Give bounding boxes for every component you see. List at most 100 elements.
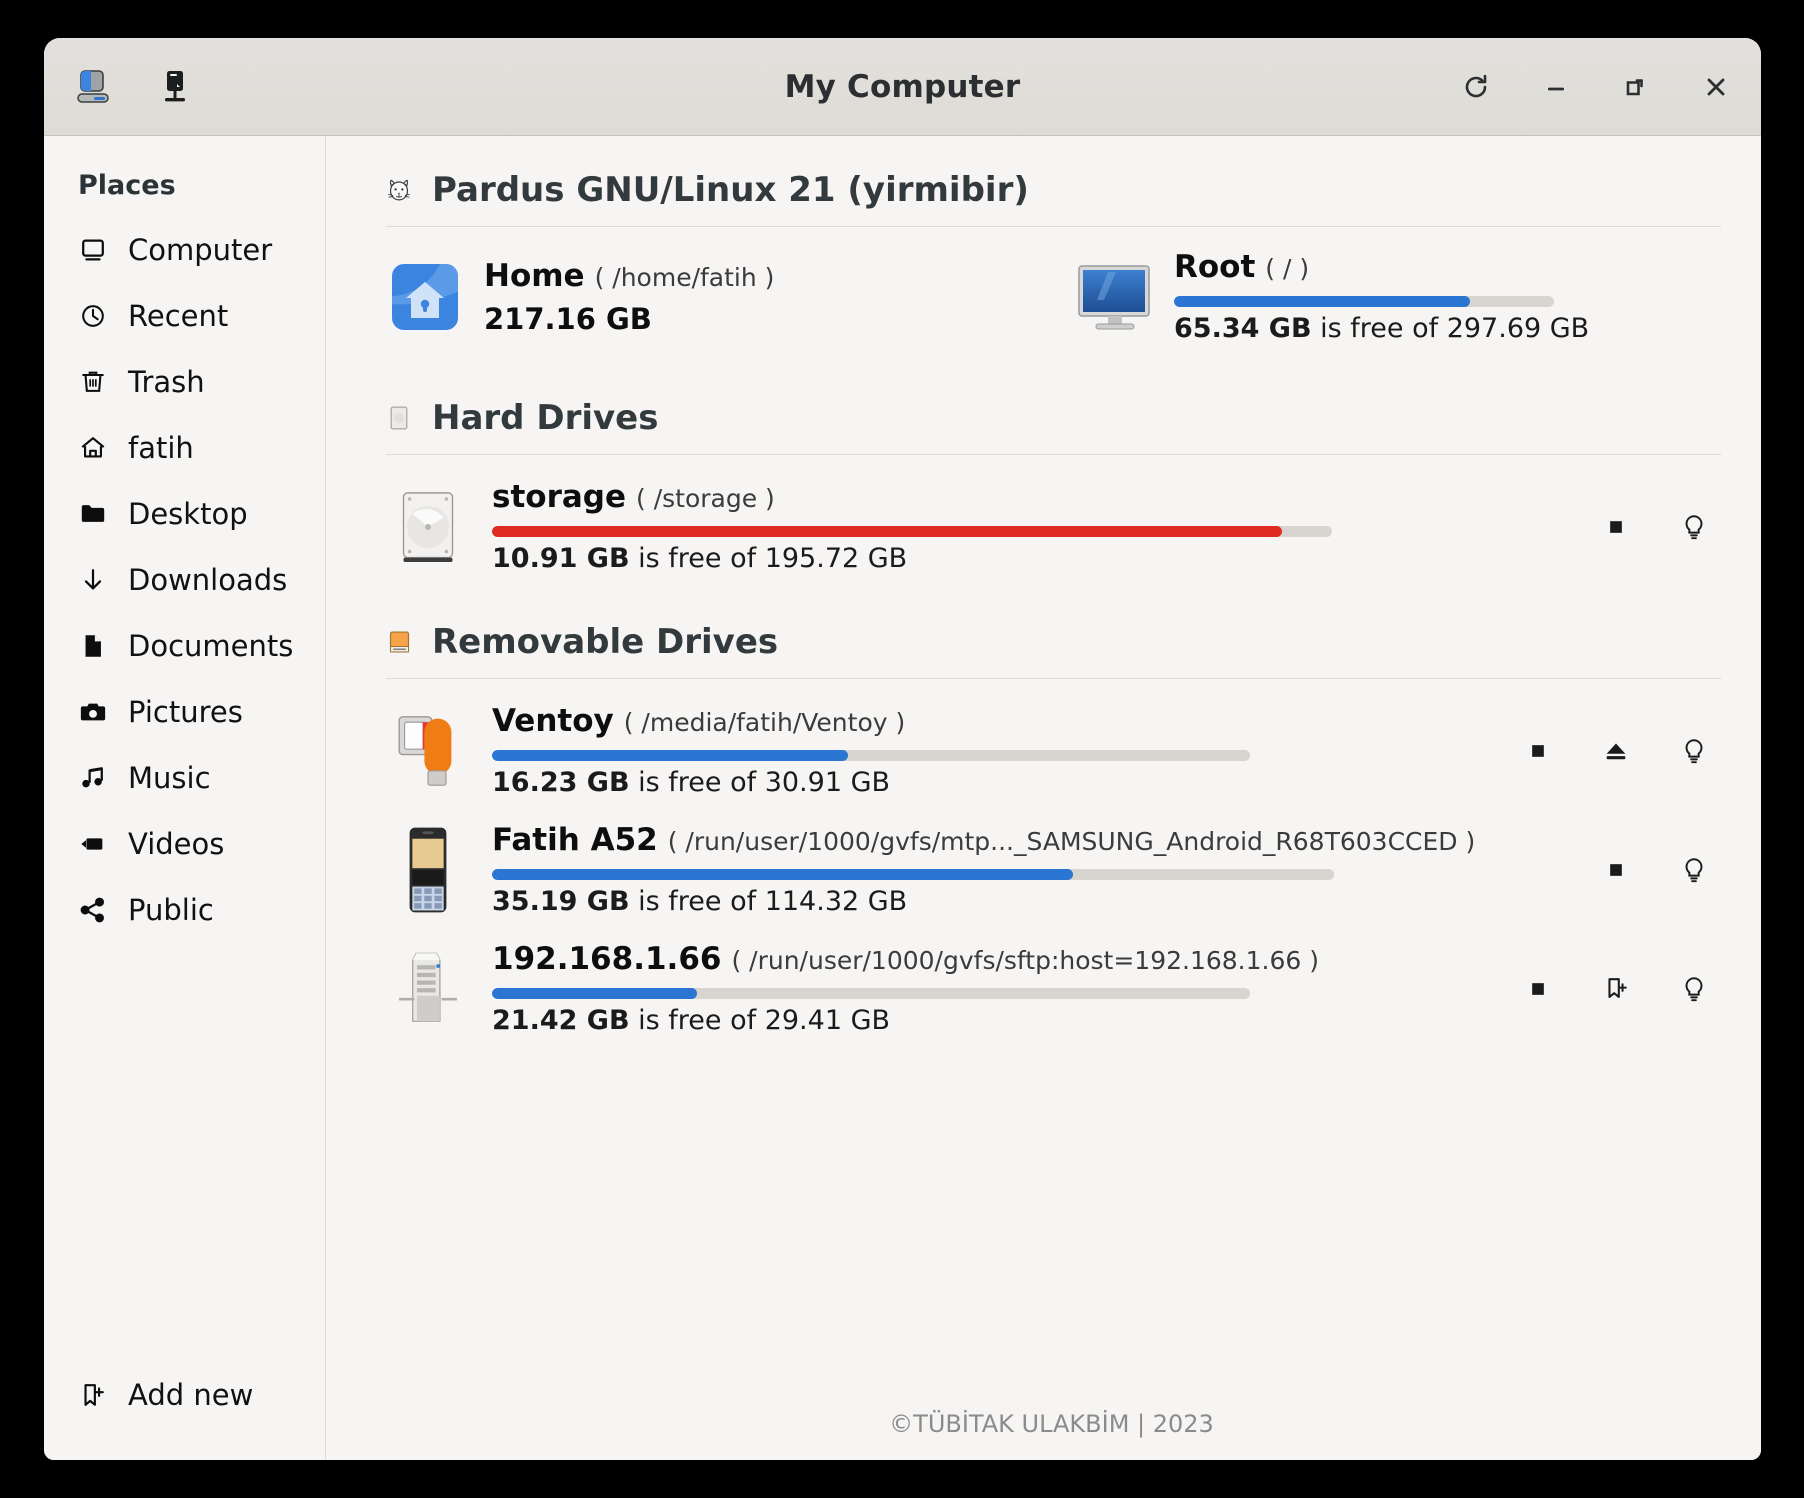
ventoy-usage-fill [492,750,849,761]
sidebar-item-videos[interactable]: Videos [44,811,325,877]
sidebar-item-documents[interactable]: Documents [44,613,325,679]
sidebar-item-recent[interactable]: Recent [44,283,325,349]
mobile-phone-icon [382,824,474,916]
drive-row-ventoy[interactable]: Ventoy ( /media/fatih/Ventoy ) 16.23 GB … [382,703,1721,798]
monitor-icon [78,235,108,265]
sidebar-item-pictures[interactable]: Pictures [44,679,325,745]
add-bookmark-icon [78,1380,108,1410]
footer-credit: ©TÜBİTAK ULAKBİM | 2023 [889,1410,1214,1438]
root-free-text: 65.34 GB is free of 297.69 GB [1174,313,1589,344]
storage-actions [1597,508,1721,546]
refresh-button[interactable] [1457,68,1495,106]
fatih-a52-usage-fill [492,869,1073,880]
download-arrow-icon [78,565,108,595]
root-drive-path: ( / ) [1265,254,1310,283]
window-body: Places Computer Recent Trash fatih Deskt… [44,136,1761,1460]
music-note-icon [78,763,108,793]
ventoy-free-suffix: is free of 30.91 GB [629,767,891,798]
sidebar-item-downloads[interactable]: Downloads [44,547,325,613]
ventoy-free-text: 16.23 GB is free of 30.91 GB [492,767,1501,798]
video-camera-icon [78,829,108,859]
root-free-amount: 65.34 GB [1174,313,1312,344]
desktop-background: My Computer Places Computer Recent Trash… [0,0,1804,1498]
storage-usage-bar [492,526,1332,537]
storage-drive-name: storage [492,479,626,515]
window-titlebar[interactable]: My Computer [44,38,1761,136]
pc-tower-icon[interactable] [154,66,196,108]
sidebar-item-fatih[interactable]: fatih [44,415,325,481]
fatih-a52-drive-body: Fatih A52 ( /run/user/1000/gvfs/mtp..._S… [492,822,1579,917]
fatih-a52-drive-name: Fatih A52 [492,822,658,858]
removable-drives-divider [386,678,1721,679]
maximize-button[interactable] [1617,68,1655,106]
sidebar-item-music[interactable]: Music [44,745,325,811]
ventoy-drive-name: Ventoy [492,703,614,739]
root-usage-bar [1174,296,1554,307]
titlebar-icon-group [74,66,196,108]
sidebar-item-label: Computer [128,233,273,267]
drive-row-fatih-a52[interactable]: Fatih A52 ( /run/user/1000/gvfs/mtp..._S… [382,822,1721,917]
add-new-button[interactable]: Add new [44,1364,325,1426]
add-bookmark-icon[interactable] [1597,970,1635,1008]
sidebar-item-computer[interactable]: Computer [44,217,325,283]
minimize-button[interactable] [1537,68,1575,106]
drive-row-storage[interactable]: storage ( /storage ) 10.91 GB is free of… [382,479,1721,574]
sidebar-item-trash[interactable]: Trash [44,349,325,415]
sidebar-item-label: Documents [128,629,294,663]
places-heading: Places [78,170,176,201]
sidebar-item-label: Trash [128,365,205,399]
sidebar-item-label: Recent [128,299,229,333]
document-icon [78,631,108,661]
stop-square-icon[interactable] [1597,508,1635,546]
lightbulb-icon[interactable] [1675,970,1713,1008]
lightbulb-icon[interactable] [1675,851,1713,889]
stop-square-icon[interactable] [1519,732,1557,770]
storage-drive-body: storage ( /storage ) 10.91 GB is free of… [492,479,1579,574]
ventoy-actions [1519,732,1721,770]
sidebar-item-desktop[interactable]: Desktop [44,481,325,547]
sidebar-item-label: fatih [128,431,194,465]
eject-icon[interactable] [1597,732,1635,770]
add-new-label: Add new [128,1378,254,1412]
ventoy-free-amount: 16.23 GB [492,767,630,798]
sidebar-item-label: Videos [128,827,225,861]
usb-flash-drive-icon [382,706,474,796]
pardus-leopard-icon [382,173,416,207]
sidebar-item-public[interactable]: Public [44,877,325,943]
network-host-free-text: 21.42 GB is free of 29.41 GB [492,1005,1501,1036]
my-computer-window: My Computer Places Computer Recent Trash… [44,38,1761,1460]
network-host-usage-bar [492,988,1250,999]
sidebar-item-label: Public [128,893,214,927]
lightbulb-icon[interactable] [1675,732,1713,770]
root-free-suffix: is free of 297.69 GB [1311,313,1590,344]
network-host-usage-fill [492,988,697,999]
system-drives-row: Home ( /home/fatih ) 217.16 GB Root (/ … [382,249,1721,344]
home-folder-icon [382,258,468,336]
lightbulb-icon[interactable] [1675,508,1713,546]
removable-drive-icon [382,625,416,659]
home-drive-size: 217.16 GB [484,301,652,336]
my-computer-icon[interactable] [74,66,116,108]
home-drive[interactable]: Home ( /home/fatih ) 217.16 GB [382,249,1072,344]
network-host-free-suffix: is free of 29.41 GB [629,1005,891,1036]
stop-square-icon[interactable] [1597,851,1635,889]
network-host-actions [1519,970,1721,1008]
removable-drives-title: Removable Drives [432,622,779,662]
root-usage-fill [1174,296,1471,307]
ventoy-drive-path: ( /media/fatih/Ventoy ) [623,708,906,737]
sidebar-item-label: Pictures [128,695,243,729]
drive-row-network-host[interactable]: 192.168.1.66 ( /run/user/1000/gvfs/sftp:… [382,941,1721,1036]
home-drive-name: Home [484,257,585,294]
close-button[interactable] [1697,68,1735,106]
hard-disk-platter-icon [382,486,474,568]
stop-square-icon[interactable] [1519,970,1557,1008]
fatih-a52-free-suffix: is free of 114.32 GB [629,886,908,917]
distro-title: Pardus GNU/Linux 21 (yirmibir) [432,170,1029,210]
distro-divider [386,226,1721,227]
sidebar-item-label: Desktop [128,497,248,531]
hard-drives-header: Hard Drives [382,398,1721,438]
places-sidebar: Places Computer Recent Trash fatih Deskt… [44,136,326,1460]
root-drive[interactable]: Root ( / ) 65.34 GB is free of 297.69 GB [1072,249,1589,344]
fatih-a52-actions [1597,851,1721,889]
network-host-drive-path: ( /run/user/1000/gvfs/sftp:host=192.168.… [731,946,1319,975]
